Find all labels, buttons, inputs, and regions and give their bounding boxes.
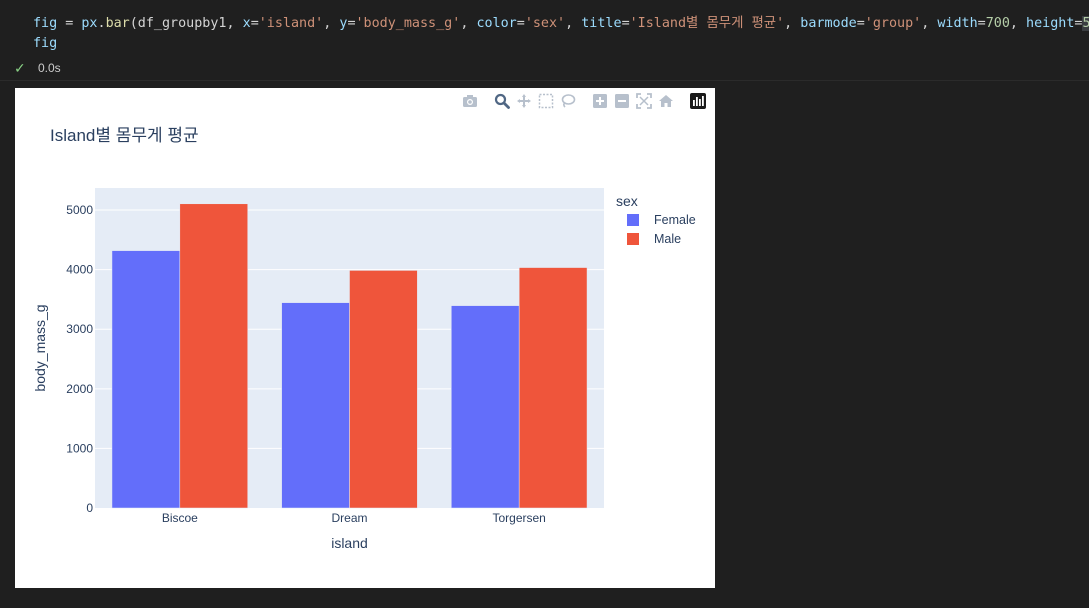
code-token: title: [581, 16, 622, 31]
y-axis-title: body_mass_g: [32, 304, 48, 391]
x-tick-label: Dream: [331, 511, 367, 525]
code-token: bar: [105, 16, 130, 31]
execution-time: 0.0s: [38, 61, 61, 75]
legend-swatch: [627, 214, 639, 226]
bar-chart[interactable]: 0 1000 2000 3000 4000 5000 Biscoe Dream Torgerse…: [15, 88, 715, 588]
plot-output[interactable]: 0 1000 2000 3000 4000 5000 Biscoe Dream Torgerse…: [15, 88, 715, 588]
code-token: 700: [985, 16, 1010, 31]
plotly-logo-icon[interactable]: [687, 92, 709, 110]
legend-item-male[interactable]: Male: [627, 231, 681, 247]
execution-status: ✓ 0.0s: [14, 60, 61, 76]
x-tick-label: Torgersen: [492, 511, 545, 525]
code-cell[interactable]: fig = px.bar(df_groupby1, x='island', y=…: [0, 0, 1089, 81]
y-tick-label: 4000: [66, 263, 93, 277]
zoom-out-icon[interactable]: [611, 92, 633, 110]
code-token: .: [97, 16, 106, 31]
modebar: [459, 92, 709, 110]
code-token: x: [242, 16, 251, 31]
code-token-highlighted: 500: [1082, 16, 1089, 31]
zoom-in-icon[interactable]: [589, 92, 611, 110]
code-token: =: [57, 16, 82, 31]
y-tick-label: 2000: [66, 382, 93, 396]
checkmark-icon: ✓: [14, 60, 26, 76]
bar-male-dream[interactable]: [349, 270, 418, 509]
autoscale-icon[interactable]: [633, 92, 655, 110]
legend-swatch: [627, 233, 639, 245]
x-axis-title: island: [331, 535, 368, 551]
code-editor[interactable]: fig = px.bar(df_groupby1, x='island', y=…: [33, 14, 1089, 54]
y-tick-label: 5000: [66, 203, 93, 217]
zoom-icon[interactable]: [491, 92, 513, 110]
code-token: 'group': [864, 16, 922, 31]
bar-female-dream[interactable]: [281, 302, 350, 509]
code-token: height: [1026, 16, 1075, 31]
legend-label: Male: [654, 232, 682, 246]
code-token: 'sex': [524, 16, 566, 31]
camera-icon[interactable]: [459, 92, 481, 110]
reset-axes-icon[interactable]: [655, 92, 677, 110]
code-token: 'island': [258, 16, 324, 31]
code-token: fig: [33, 16, 58, 31]
code-token: (df_groupby1,: [129, 16, 243, 31]
bar-female-torgersen[interactable]: [451, 305, 520, 509]
lasso-icon[interactable]: [557, 92, 579, 110]
box-select-icon[interactable]: [535, 92, 557, 110]
code-line-2: fig: [33, 36, 58, 51]
plot-title: Island별 몸무게 평균: [50, 126, 199, 145]
bar-male-torgersen[interactable]: [518, 267, 588, 509]
legend-label: Female: [654, 213, 696, 227]
code-token: 'body_mass_g': [355, 16, 461, 31]
code-token: px: [81, 16, 98, 31]
code-line-1: fig = px.bar(df_groupby1, x='island', y=…: [33, 16, 1089, 31]
legend-item-female[interactable]: Female: [627, 212, 696, 228]
x-tick-label: Biscoe: [162, 511, 198, 525]
code-token: color: [476, 16, 517, 31]
y-tick-label: 1000: [66, 441, 93, 455]
code-token: 'Island별 몸무게 평균': [629, 16, 785, 31]
code-token: width: [937, 16, 978, 31]
bar-male-biscoe[interactable]: [179, 203, 248, 509]
code-token: barmode: [800, 16, 857, 31]
legend-title: sex: [616, 193, 638, 209]
y-tick-label: 3000: [66, 322, 93, 336]
pan-icon[interactable]: [513, 92, 535, 110]
bar-female-biscoe[interactable]: [111, 250, 181, 509]
y-tick-label: 0: [86, 501, 93, 515]
